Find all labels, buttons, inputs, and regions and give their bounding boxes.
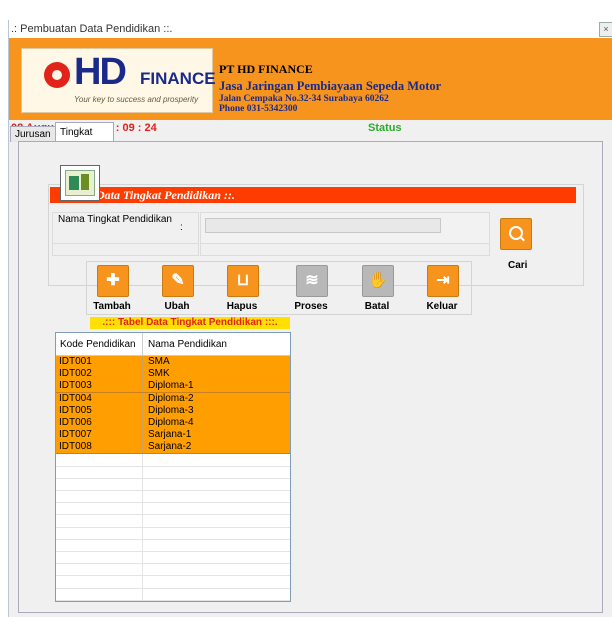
- company-logo: HD FINANCE Your key to success and prosp…: [21, 48, 216, 113]
- table-row: [56, 465, 290, 479]
- cell-nama: SMA: [148, 356, 170, 367]
- table-row[interactable]: IDT008 Sarjana-2: [56, 441, 290, 455]
- table-row: [56, 526, 290, 540]
- table-row: [56, 502, 290, 516]
- table-row[interactable]: IDT002 SMK: [56, 368, 290, 382]
- company-address: Jalan Cempaka No.32-34 Surabaya 60262: [219, 94, 389, 104]
- company-name: PT HD FINANCE: [219, 62, 313, 76]
- delete-label: Hapus: [226, 301, 258, 312]
- table-row: [56, 490, 290, 504]
- grid-header: Kode Pendidikan Nama Pendidikan: [56, 333, 290, 356]
- exit-icon: ⇥: [436, 272, 450, 289]
- exit-label: Keluar: [426, 301, 458, 312]
- table-row[interactable]: IDT003 Diploma-1: [56, 380, 290, 394]
- cell-nama: Diploma-3: [148, 404, 194, 416]
- field-colon: :: [180, 222, 183, 233]
- table-row: [56, 575, 290, 589]
- cell-nama: Diploma-2: [148, 392, 194, 404]
- company-subtitle: Jasa Jaringan Pembiayaan Sepeda Motor: [219, 79, 442, 93]
- exit-button[interactable]: ⇥: [427, 265, 459, 297]
- tab-jurusan[interactable]: Jurusan: [10, 126, 56, 142]
- company-phone: Phone 031-5342300: [219, 104, 298, 114]
- cell-nama: SMK: [148, 368, 170, 380]
- table-row: [56, 453, 290, 467]
- empty-cell-right: [200, 243, 490, 256]
- cell-kode: IDT002: [59, 368, 92, 380]
- tab-tingkat-pendidikan[interactable]: Tingkat Pendidikan: [55, 122, 115, 158]
- cell-kode: IDT008: [59, 441, 92, 453]
- pencil-icon: ✎: [171, 272, 185, 289]
- table-row: [56, 514, 290, 528]
- logo-finance: FINANCE: [140, 69, 216, 88]
- column-header-kode[interactable]: Kode Pendidikan: [60, 339, 136, 350]
- search-label: Cari: [508, 260, 528, 271]
- cell-nama: Diploma-4: [148, 417, 194, 428]
- document-people-icon: [60, 165, 100, 201]
- edit-button[interactable]: ✎: [162, 265, 194, 297]
- title-bar: .: Pembuatan Data Pendidikan ::. ×: [9, 20, 612, 38]
- cancel-button: ✋: [362, 265, 394, 297]
- logo-ring-icon: [44, 62, 70, 88]
- add-button[interactable]: ✚: [97, 265, 129, 297]
- table-row: [56, 478, 290, 491]
- company-info: PT HD FINANCE Jasa Jaringan Pembiayaan S…: [219, 62, 441, 114]
- logo-hd: HD: [74, 51, 127, 93]
- add-label: Tambah: [93, 301, 131, 312]
- basket-icon: ⊔: [236, 272, 250, 289]
- cell-nama: Sarjana-1: [148, 429, 192, 441]
- process-icon: ≋: [305, 272, 319, 289]
- table-row[interactable]: IDT005 Diploma-3: [56, 404, 290, 418]
- section-title: .:: Data Tingkat Pendidikan ::.: [50, 187, 576, 203]
- table-row[interactable]: IDT007 Sarjana-1: [56, 429, 290, 443]
- close-icon[interactable]: ×: [599, 22, 612, 37]
- cell-kode: IDT005: [59, 404, 92, 416]
- field-label: Nama Tingkat Pendidikan: [58, 214, 172, 225]
- column-header-nama[interactable]: Nama Pendidikan: [148, 339, 227, 350]
- cancel-label: Batal: [364, 301, 390, 312]
- cell-nama: Sarjana-2: [148, 441, 192, 453]
- hand-icon: ✋: [368, 272, 388, 289]
- cell-kode: IDT001: [59, 356, 92, 367]
- cell-nama: Diploma-1: [148, 380, 194, 392]
- logo-tagline: Your key to success and prosperity: [74, 95, 199, 104]
- cell-kode: IDT006: [59, 417, 92, 428]
- cell-kode: IDT003: [59, 380, 92, 392]
- process-button: ≋: [296, 265, 328, 297]
- table-row: [56, 587, 290, 601]
- table-row: [56, 563, 290, 577]
- status-label: Status: [368, 122, 402, 134]
- cell-kode: IDT004: [59, 392, 92, 404]
- table-row: [56, 539, 290, 552]
- plus-icon: ✚: [106, 272, 120, 289]
- table-row[interactable]: IDT006 Diploma-4: [56, 417, 290, 430]
- data-grid[interactable]: Kode Pendidikan Nama Pendidikan IDT001 SM…: [55, 332, 291, 602]
- window-title: .: Pembuatan Data Pendidikan ::.: [11, 23, 173, 35]
- table-row: [56, 551, 290, 565]
- empty-cell-left: [52, 243, 199, 256]
- edit-label: Ubah: [164, 301, 190, 312]
- table-row[interactable]: IDT004 Diploma-2: [56, 392, 290, 406]
- process-label: Proses: [294, 301, 328, 312]
- toolbar-box: [86, 261, 472, 315]
- table-row[interactable]: IDT001 SMA: [56, 356, 290, 369]
- delete-button[interactable]: ⊔: [227, 265, 259, 297]
- cell-kode: IDT007: [59, 429, 92, 441]
- header-banner: HD FINANCE Your key to success and prosp…: [9, 38, 612, 120]
- search-button[interactable]: [500, 218, 532, 250]
- nama-tingkat-input[interactable]: [205, 218, 441, 233]
- table-caption: .::: Tabel Data Tingkat Pendidikan :::.: [90, 317, 290, 329]
